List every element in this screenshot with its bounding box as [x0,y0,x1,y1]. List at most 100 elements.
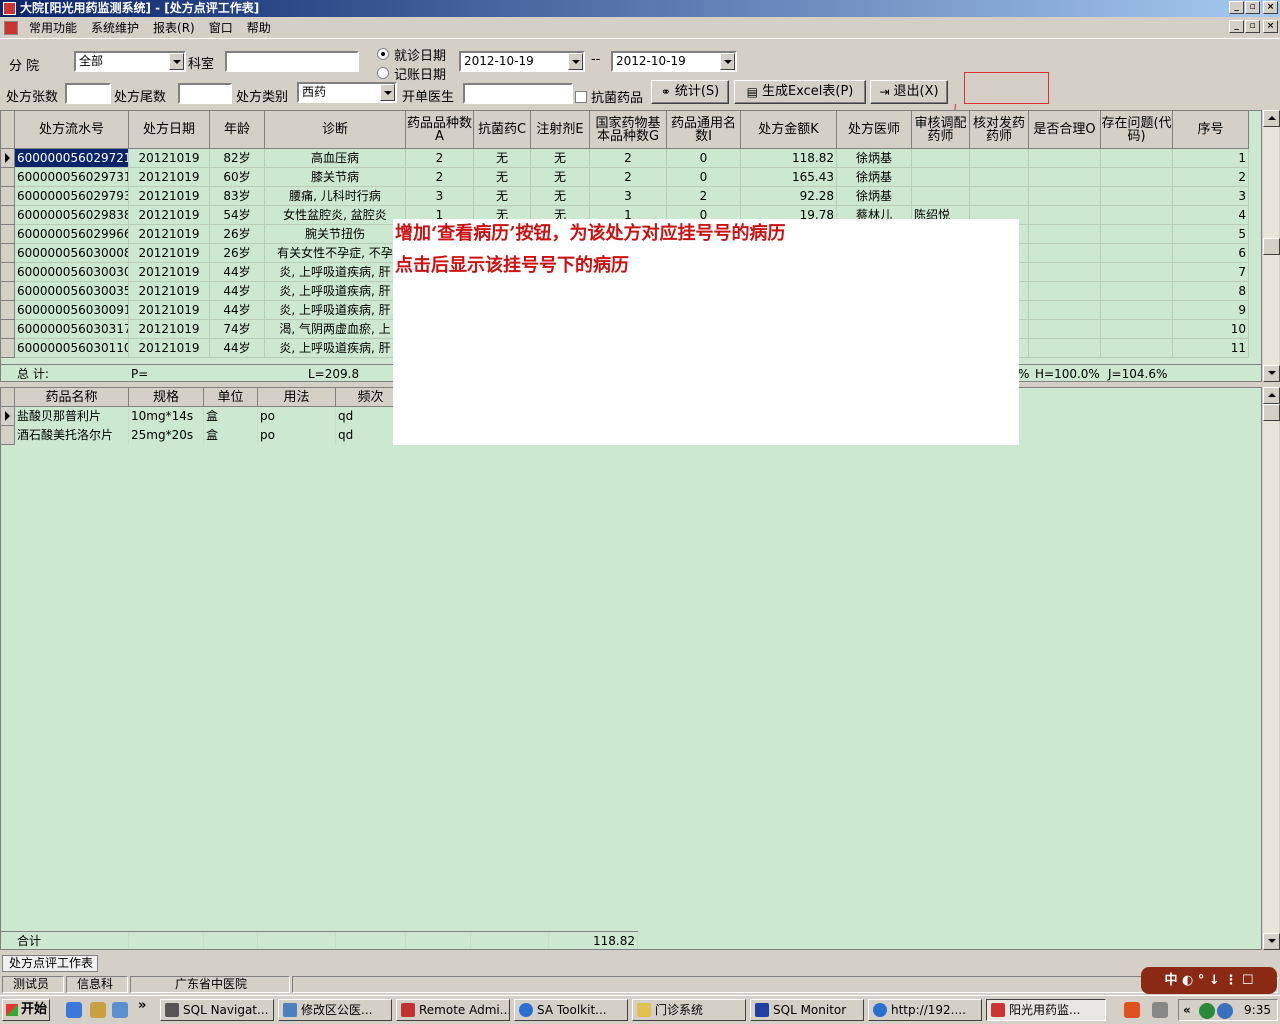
ime-toolbar[interactable]: 中 ◐ ° ↓ ⋮ ☐ [1141,967,1277,994]
table-cell[interactable]: 600000056030091 [15,301,129,320]
table-cell[interactable] [1101,282,1173,301]
row-indicator[interactable] [1,301,15,320]
table-cell[interactable]: 3 [406,187,474,206]
table-cell[interactable] [1029,225,1101,244]
task-modify-public[interactable]: 修改区公医... [278,999,392,1021]
col-header-index[interactable]: 序号 [1173,111,1249,149]
menu-window[interactable]: 窗口 [202,19,240,36]
table-cell[interactable]: 2 [590,168,667,187]
table-cell[interactable]: 600000056030030 [15,263,129,282]
menu-system-maintenance[interactable]: 系统维护 [84,19,146,36]
row-indicator[interactable] [1,320,15,339]
row-indicator[interactable] [1,225,15,244]
count-field[interactable] [65,83,111,104]
col-header-issue-code[interactable]: 存在问题(代码) [1101,111,1173,149]
table-cell[interactable]: 20121019 [129,225,210,244]
table-cell[interactable]: 盐酸贝那普利片 [15,407,129,426]
table-cell[interactable]: 74岁 [210,320,265,339]
drug-detail-grid-scrollbar[interactable] [1262,387,1280,950]
table-cell[interactable]: 600000056029731 [15,168,129,187]
table-cell[interactable] [1029,301,1101,320]
dept-field[interactable] [225,51,359,72]
table-cell[interactable]: 600000056030035 [15,282,129,301]
table-cell[interactable] [1101,244,1173,263]
col-header-drug-count[interactable]: 药品品种数A [406,111,474,149]
table-cell[interactable] [1029,149,1101,168]
table-cell[interactable]: 无 [531,168,590,187]
table-cell[interactable] [1029,282,1101,301]
table-cell[interactable]: 20121019 [129,320,210,339]
table-cell[interactable] [1101,149,1173,168]
table-cell[interactable]: 徐炳基 [837,187,912,206]
col-header-unit[interactable]: 单位 [204,388,258,407]
stats-button[interactable]: ⚭ 统计(S) [651,80,729,104]
menu-help[interactable]: 帮助 [240,19,278,36]
sogou-icon[interactable] [1124,1002,1140,1018]
table-cell[interactable] [1101,168,1173,187]
table-cell[interactable]: 20121019 [129,282,210,301]
close-button[interactable]: × [1263,1,1278,14]
task-http[interactable]: http://192.... [868,999,982,1021]
table-cell[interactable]: 膝关节病 [265,168,406,187]
table-cell[interactable]: 无 [531,149,590,168]
table-cell[interactable]: 60岁 [210,168,265,187]
table-cell[interactable]: 酒石酸美托洛尔片 [15,426,129,445]
scroll-down-icon[interactable] [1263,365,1280,382]
scroll-thumb[interactable] [1263,404,1280,421]
date-from-picker[interactable]: 2012-10-19 [459,51,585,72]
generate-excel-button[interactable]: ▤ 生成Excel表(P) [734,80,866,104]
row-indicator[interactable] [1,426,15,445]
table-cell[interactable] [1029,187,1101,206]
radio-visit-date[interactable] [377,48,389,60]
col-header-spec[interactable]: 规格 [129,388,204,407]
task-sql-monitor[interactable]: SQL Monitor [750,999,864,1021]
menu-reports[interactable]: 报表(R) [146,19,202,36]
col-header-review-pharmacist[interactable]: 审核调配药师 [912,111,970,149]
tray-icon[interactable] [1199,1003,1215,1019]
col-header-antibiotic[interactable]: 抗菌药C [474,111,531,149]
mdi-child-icon[interactable] [4,20,18,35]
table-cell[interactable]: 腕关节扭伤 [265,225,406,244]
table-row[interactable]: 600000056029721 20121019 82岁 高血压病 2 无无 2 0 118.8… [1,149,1261,168]
table-cell[interactable]: 2 [406,149,474,168]
table-cell[interactable] [1029,244,1101,263]
table-cell[interactable]: 600000056030110 [15,339,129,358]
table-cell[interactable]: 炎, 上呼吸道疾病, 肝 [265,282,406,301]
table-cell[interactable]: 3 [1173,187,1249,206]
table-cell[interactable]: 5 [1173,225,1249,244]
row-indicator[interactable] [1,282,15,301]
table-cell[interactable] [1029,320,1101,339]
scroll-down-icon[interactable] [1263,933,1280,950]
task-outpatient[interactable]: 门诊系统 [632,999,746,1021]
table-cell[interactable]: 10 [1173,320,1249,339]
antibiotic-checkbox[interactable] [575,91,587,103]
table-cell[interactable]: 9 [1173,301,1249,320]
quicklaunch-icon[interactable] [90,1002,106,1018]
col-header-serial[interactable]: 处方流水号 [15,111,129,149]
table-cell[interactable]: 4 [1173,206,1249,225]
table-cell[interactable]: 54岁 [210,206,265,225]
table-cell[interactable] [1101,225,1173,244]
table-cell[interactable]: 盒 [204,426,258,445]
table-cell[interactable]: 44岁 [210,301,265,320]
table-cell[interactable]: 炎, 上呼吸道疾病, 肝 [265,339,406,358]
table-cell[interactable] [1029,168,1101,187]
row-indicator[interactable] [1,168,15,187]
scroll-up-icon[interactable] [1263,110,1280,127]
col-header-injection[interactable]: 注射剂E [531,111,590,149]
table-cell[interactable]: 20121019 [129,187,210,206]
prescription-grid-scrollbar[interactable] [1262,110,1280,382]
row-indicator[interactable] [1,407,15,426]
table-cell[interactable]: 高血压病 [265,149,406,168]
tool-icon[interactable] [1152,1002,1168,1018]
table-cell[interactable]: 44岁 [210,282,265,301]
table-cell[interactable]: 83岁 [210,187,265,206]
table-cell[interactable] [1029,206,1101,225]
col-header-amount[interactable]: 处方金额K [741,111,837,149]
tail-field[interactable] [178,83,232,104]
table-cell[interactable]: 炎, 上呼吸道疾病, 肝 [265,301,406,320]
col-header-usage[interactable]: 用法 [258,388,336,407]
table-cell[interactable]: 118.82 [741,149,837,168]
table-cell[interactable]: 3 [590,187,667,206]
table-cell[interactable]: 600000056029793 [15,187,129,206]
